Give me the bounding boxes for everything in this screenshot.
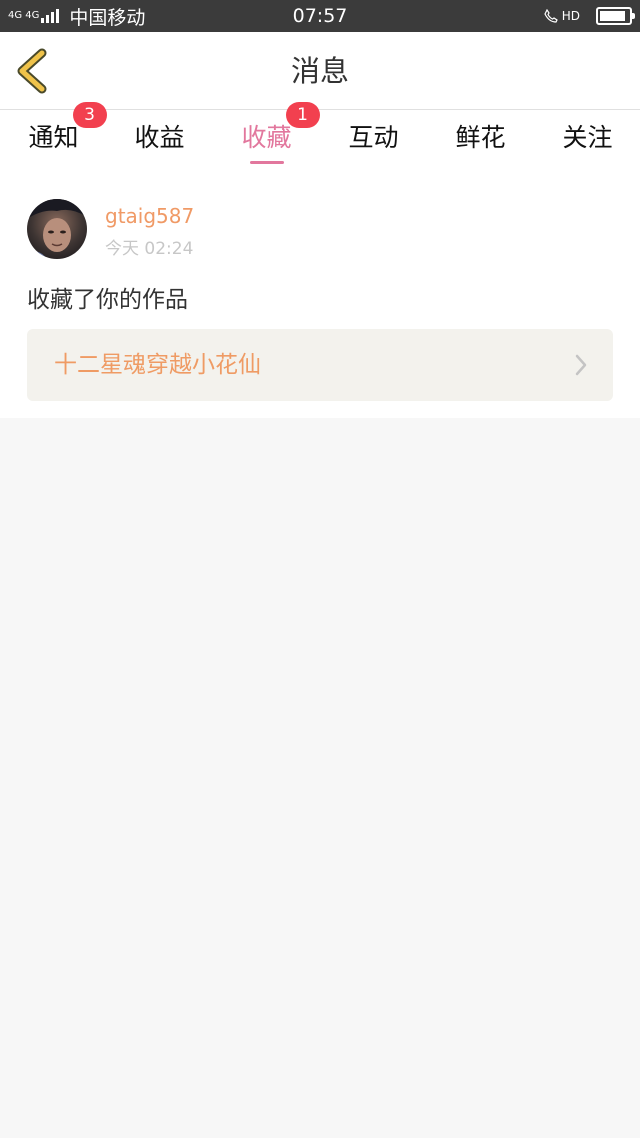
tab-following[interactable]: 关注 — [534, 110, 640, 170]
battery-level — [600, 11, 626, 21]
nav-bar: 消息 — [0, 32, 640, 110]
status-right: HD — [544, 0, 635, 32]
battery-icon — [596, 7, 635, 25]
tab-text: 通知 — [28, 123, 79, 152]
avatar[interactable] — [27, 199, 87, 259]
tab-flowers[interactable]: 鲜花 — [427, 110, 534, 170]
tab-text: 收藏 — [241, 123, 292, 152]
tab-text: 收益 — [134, 123, 185, 152]
tab-text: 互动 — [348, 123, 399, 152]
hd-label: HD — [561, 8, 580, 23]
unread-badge: 3 — [72, 102, 107, 128]
tab-bar: 通知 3 收益 收藏 1 互动 鲜花 关注 — [0, 102, 640, 170]
tab-interactions[interactable]: 互动 — [320, 110, 427, 170]
username-link[interactable]: gtaig587 — [105, 204, 194, 228]
chevron-right-icon — [575, 354, 587, 376]
tab-text: 关注 — [562, 123, 613, 152]
message-text: 收藏了你的作品 — [27, 287, 188, 313]
work-link[interactable]: 十二星魂穿越小花仙 — [27, 329, 613, 401]
user-photo — [27, 199, 87, 259]
hd-call-icon: HD — [544, 9, 580, 24]
message-time: 今天 02:24 — [105, 239, 194, 259]
page-title: 消息 — [290, 54, 349, 88]
tab-favorites[interactable]: 收藏 1 — [213, 102, 320, 170]
active-tab-indicator — [249, 161, 284, 164]
tab-text: 鲜花 — [455, 123, 506, 152]
phone-icon — [544, 9, 558, 23]
tab-label: 收藏 1 — [241, 102, 320, 166]
tab-label: 收益 — [134, 110, 184, 166]
status-bar: 4G 4G 中国移动 07:57 HD — [0, 0, 640, 32]
tab-notifications[interactable]: 通知 3 — [0, 102, 107, 170]
tab-label: 通知 3 — [28, 102, 107, 166]
tab-label: 互动 — [348, 110, 398, 166]
message-card: gtaig587 今天 02:24 收藏了你的作品 十二星魂穿越小花仙 — [0, 170, 640, 418]
work-title: 十二星魂穿越小花仙 — [54, 352, 261, 378]
tab-label: 鲜花 — [455, 110, 505, 166]
tab-label: 关注 — [562, 110, 612, 166]
tab-earnings[interactable]: 收益 — [106, 110, 213, 170]
unread-badge: 1 — [285, 102, 320, 128]
